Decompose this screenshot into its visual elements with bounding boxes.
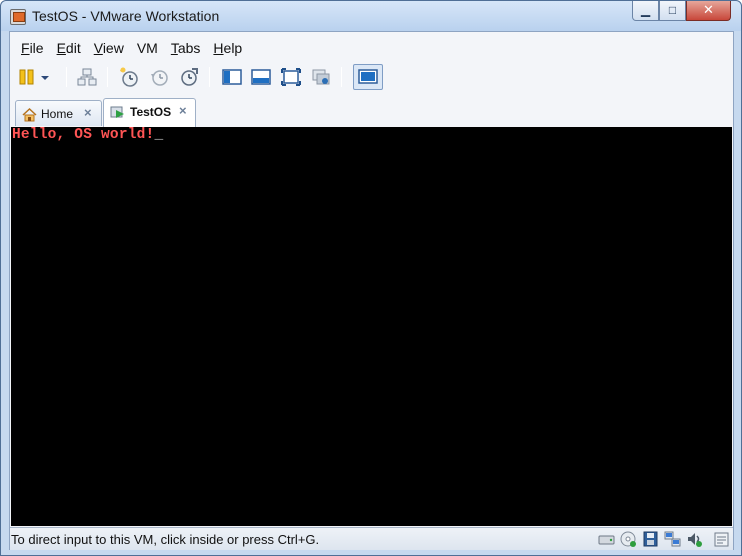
vmware-app-icon <box>10 9 26 25</box>
tab-home-close-icon[interactable]: × <box>84 105 92 120</box>
tab-testos-label: TestOS <box>130 105 172 119</box>
title-bar[interactable]: TestOS - VMware Workstation ▁ □ ✕ <box>1 1 741 31</box>
status-bar: To direct input to this VM, click inside… <box>10 527 733 550</box>
maximize-button[interactable]: □ <box>659 1 686 21</box>
window-title: TestOS - VMware Workstation <box>32 8 220 24</box>
snapshot-take-icon[interactable] <box>118 66 140 88</box>
client-area: File Edit View VM Tabs Help Home × TestO… <box>9 31 734 550</box>
sidebar-icon[interactable] <box>221 66 243 88</box>
menu-bar: File Edit View VM Tabs Help <box>10 38 244 60</box>
cd-rom-icon[interactable] <box>619 530 638 548</box>
floppy-icon[interactable] <box>641 530 660 548</box>
fullscreen-icon[interactable] <box>280 66 302 88</box>
network-icon[interactable] <box>76 66 98 88</box>
menu-file[interactable]: File <box>21 38 44 60</box>
menu-help[interactable]: Help <box>213 38 242 60</box>
unity-icon[interactable] <box>310 66 332 88</box>
snapshot-revert-icon[interactable] <box>148 66 170 88</box>
console-view-icon[interactable] <box>353 64 383 90</box>
minimize-icon: ▁ <box>640 3 651 17</box>
close-button[interactable]: ✕ <box>686 1 731 21</box>
menu-view[interactable]: View <box>94 38 124 60</box>
menu-tabs[interactable]: Tabs <box>171 38 201 60</box>
menu-edit[interactable]: Edit <box>57 38 81 60</box>
caption-buttons: ▁ □ ✕ <box>632 1 731 22</box>
network-adapter-icon[interactable] <box>663 530 682 548</box>
menu-vm[interactable]: VM <box>137 38 158 60</box>
console-cursor: _ <box>154 127 164 143</box>
tab-testos-close-icon[interactable]: × <box>179 103 187 118</box>
snapshot-manager-icon[interactable] <box>178 66 200 88</box>
console-text: Hello, OS world! <box>12 127 155 143</box>
vmware-window: TestOS - VMware Workstation ▁ □ ✕ File E… <box>0 0 742 556</box>
vm-console-screen[interactable]: Hello, OS world!_ <box>11 127 732 526</box>
home-icon <box>22 107 37 122</box>
tab-home[interactable]: Home × <box>15 100 102 126</box>
vm-running-icon <box>110 106 124 118</box>
tab-home-label: Home <box>41 107 74 121</box>
hard-disk-icon[interactable] <box>597 530 616 548</box>
tab-strip: Home × TestOS × <box>10 98 733 127</box>
message-log-icon[interactable] <box>712 530 731 548</box>
close-icon: ✕ <box>703 2 714 17</box>
status-message: To direct input to this VM, click inside… <box>11 532 320 547</box>
device-status-icons <box>594 530 731 549</box>
thumbnail-bar-icon[interactable] <box>250 66 272 88</box>
maximize-icon: □ <box>668 3 677 17</box>
minimize-button[interactable]: ▁ <box>632 1 659 21</box>
sound-icon[interactable] <box>685 530 704 548</box>
tab-testos[interactable]: TestOS × <box>103 98 196 127</box>
pause-icon[interactable] <box>17 66 39 88</box>
console-output: Hello, OS world!_ <box>12 127 163 143</box>
toolbar <box>10 62 733 94</box>
dropdown-arrow-icon[interactable] <box>38 66 52 88</box>
